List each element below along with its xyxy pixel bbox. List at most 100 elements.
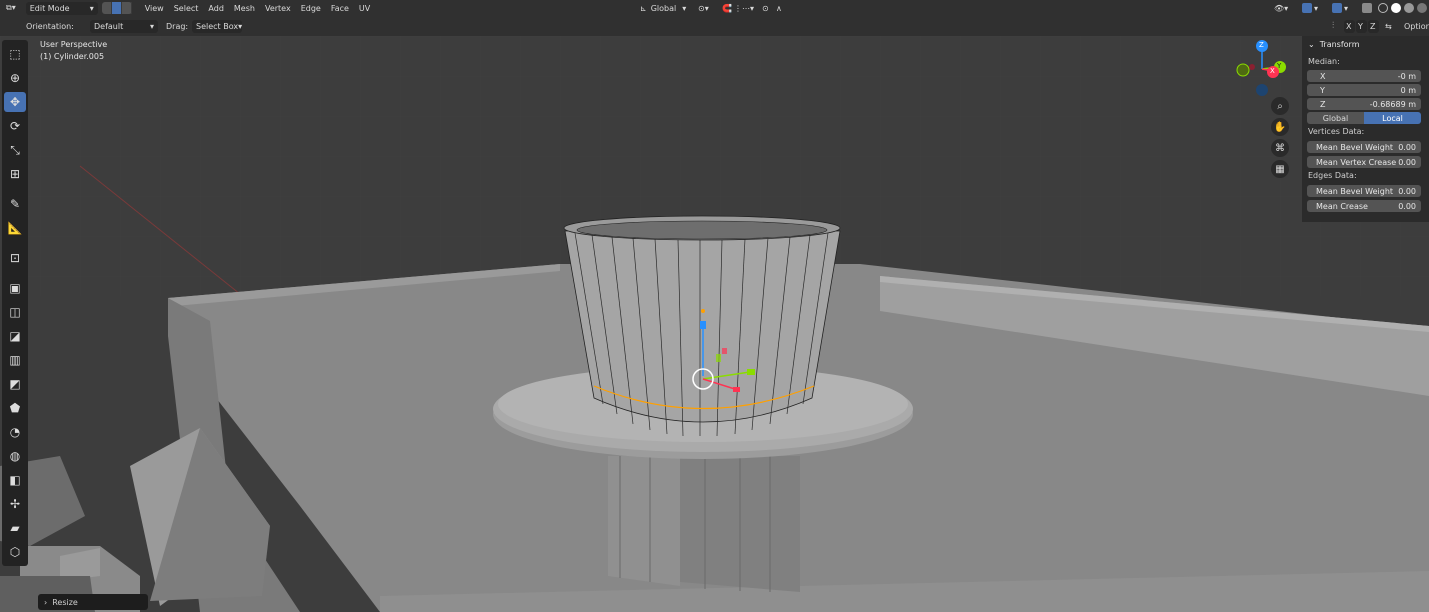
chevron-down-icon: ⌄ [1308, 39, 1315, 49]
orientation-icon: ⊾ [640, 3, 647, 13]
loop-cut-icon[interactable]: ▥ [4, 350, 26, 370]
xray-toggle[interactable] [1356, 2, 1378, 15]
shading-rendered-icon[interactable] [1417, 3, 1427, 13]
extra-icon[interactable]: ⇆ [1385, 22, 1392, 31]
cursor-icon[interactable]: ⊕ [4, 68, 26, 88]
mode-label: Edit Mode [29, 3, 70, 13]
drag-dropdown[interactable]: Select Box ▾ [192, 19, 242, 33]
median-label: Median: [1308, 57, 1340, 66]
move-icon[interactable]: ✥ [4, 92, 26, 112]
mean-crease-field[interactable]: Mean Crease 0.00 [1307, 200, 1421, 212]
edges-data-label: Edges Data: [1308, 171, 1357, 180]
select-box-icon[interactable]: ⬚ [4, 44, 26, 64]
poly-build-icon[interactable]: ⬟ [4, 398, 26, 418]
space-global-button[interactable]: Global [1307, 112, 1364, 124]
select-mode-toggle[interactable] [101, 2, 132, 14]
chevron-right-icon: › [44, 597, 48, 607]
gizmo-x-label[interactable]: X [1270, 67, 1275, 75]
editor-type-button[interactable]: ⧉▾ [2, 2, 20, 15]
scale-icon[interactable]: ⤡ [4, 140, 26, 160]
transform-panel-header[interactable]: ⌄ Transform [1302, 36, 1429, 52]
mirror-x-toggle[interactable]: X [1344, 19, 1355, 33]
mode-dropdown[interactable]: Edit Mode ▾ [25, 1, 98, 15]
toolbar: ⬚ ⊕ ✥ ⟳ ⤡ ⊞ ✎ 📐 ⊡ ▣ ◫ ◪ ▥ ◩ ⬟ ◔ ◍ ◧ ✢ ▰ … [2, 40, 28, 566]
menu-mesh[interactable]: Mesh [229, 4, 260, 13]
shading-material-icon[interactable] [1404, 3, 1414, 13]
shear-icon[interactable]: ▰ [4, 518, 26, 538]
snap-target-dropdown[interactable]: ⋮⋯▾ [730, 2, 758, 15]
tool-settings-bar: Orientation: Default ▾ Drag: Select Box ▾ … [0, 16, 1429, 36]
options-button[interactable]: Options [1404, 22, 1429, 31]
rotate-icon[interactable]: ⟳ [4, 116, 26, 136]
zoom-icon[interactable]: ⌕ [1271, 97, 1289, 115]
bevel-icon[interactable]: ◪ [4, 326, 26, 346]
face-select-icon[interactable] [122, 2, 132, 14]
spin-icon[interactable]: ◔ [4, 422, 26, 442]
menu-add[interactable]: Add [203, 4, 229, 13]
falloff-icon[interactable]: ∧ [772, 2, 786, 15]
menu-edge[interactable]: Edge [296, 4, 326, 13]
gizmo-icon [1302, 3, 1312, 13]
view-name: User Perspective [40, 40, 108, 49]
gizmo-z-label[interactable]: Z [1259, 41, 1264, 49]
knife-icon[interactable]: ◩ [4, 374, 26, 394]
rip-region-icon[interactable]: ⬡ [4, 542, 26, 562]
transform-orientation-dropdown[interactable]: ⊾ Global ▾ [636, 2, 690, 15]
median-x-field[interactable]: X -0 m [1307, 70, 1421, 82]
orientation-dropdown[interactable]: Default ▾ [90, 19, 158, 33]
gizmo-y-label[interactable]: Y [1277, 62, 1281, 70]
menu-face[interactable]: Face [326, 4, 354, 13]
mirror-y-toggle[interactable]: Y [1356, 19, 1367, 33]
chevron-down-icon: ▾ [89, 3, 94, 13]
median-z-field[interactable]: Z -0.68689 m [1307, 98, 1421, 110]
gizmo-toggle[interactable]: ▾ [1296, 2, 1322, 15]
inset-icon[interactable]: ◫ [4, 302, 26, 322]
vertices-data-label: Vertices Data: [1308, 127, 1365, 136]
mean-bevel-weight-edge-field[interactable]: Mean Bevel Weight 0.00 [1307, 185, 1421, 197]
overlays-icon [1332, 3, 1342, 13]
sidebar-panel: ⌄ Transform Median: X -0 m Y0 m Z -0.68689… [1302, 36, 1429, 222]
smooth-icon[interactable]: ◍ [4, 446, 26, 466]
scene-render [0, 36, 1429, 612]
xray-icon [1362, 3, 1372, 13]
menu-view[interactable]: View [140, 4, 169, 13]
pan-hand-icon[interactable]: ✋ [1271, 118, 1289, 136]
mirror-icon[interactable]: ⫶ [1332, 21, 1334, 31]
orientation-value: Default [94, 21, 124, 31]
transform-orientation-label: Global [650, 3, 677, 13]
viewport-3d[interactable]: User Perspective (1) Cylinder.005 Z Y X … [0, 36, 1429, 612]
pivot-point-button[interactable]: ⊙▾ [694, 2, 713, 15]
orientation-label: Orientation: [26, 21, 74, 31]
median-y-field[interactable]: Y0 m [1307, 84, 1421, 96]
mean-vertex-crease-field[interactable]: Mean Vertex Crease 0.00 [1307, 156, 1421, 168]
menu-select[interactable]: Select [169, 4, 204, 13]
viewport-visibility-button[interactable]: 👁▾ [1270, 2, 1292, 15]
shrink-fatten-icon[interactable]: ✢ [4, 494, 26, 514]
active-object-name: (1) Cylinder.005 [40, 52, 105, 61]
measure-icon[interactable]: 📐 [4, 218, 26, 238]
edge-select-icon[interactable] [111, 2, 122, 14]
perspective-grid-icon[interactable]: ▦ [1271, 160, 1289, 178]
annotate-icon[interactable]: ✎ [4, 194, 26, 214]
vertex-select-icon[interactable] [102, 2, 112, 14]
transform-title: Transform [1319, 39, 1360, 49]
menu-uv[interactable]: UV [354, 4, 375, 13]
space-local-button[interactable]: Local [1364, 112, 1421, 124]
menu-vertex[interactable]: Vertex [260, 4, 296, 13]
drag-label: Drag: [166, 21, 189, 31]
operator-label: Resize [52, 597, 78, 607]
shading-solid-icon[interactable] [1391, 3, 1401, 13]
chevron-down-icon: ▾ [682, 3, 687, 13]
header-bar: ⧉▾ Edit Mode ▾ View Select Add Mesh Verte… [0, 0, 1429, 16]
proportional-edit-toggle[interactable]: ⊙ [758, 2, 773, 15]
extrude-icon[interactable]: ▣ [4, 278, 26, 298]
mirror-z-toggle[interactable]: Z [1368, 19, 1379, 33]
edge-slide-icon[interactable]: ◧ [4, 470, 26, 490]
camera-icon[interactable]: ⌘ [1271, 139, 1289, 157]
overlays-toggle[interactable]: ▾ [1326, 2, 1352, 15]
last-operator-panel[interactable]: › Resize [38, 594, 148, 610]
mean-bevel-weight-vertex-field[interactable]: Mean Bevel Weight 0.00 [1307, 141, 1421, 153]
add-cube-icon[interactable]: ⊡ [4, 248, 26, 268]
shading-wireframe-icon[interactable] [1378, 3, 1388, 13]
transform-icon[interactable]: ⊞ [4, 164, 26, 184]
